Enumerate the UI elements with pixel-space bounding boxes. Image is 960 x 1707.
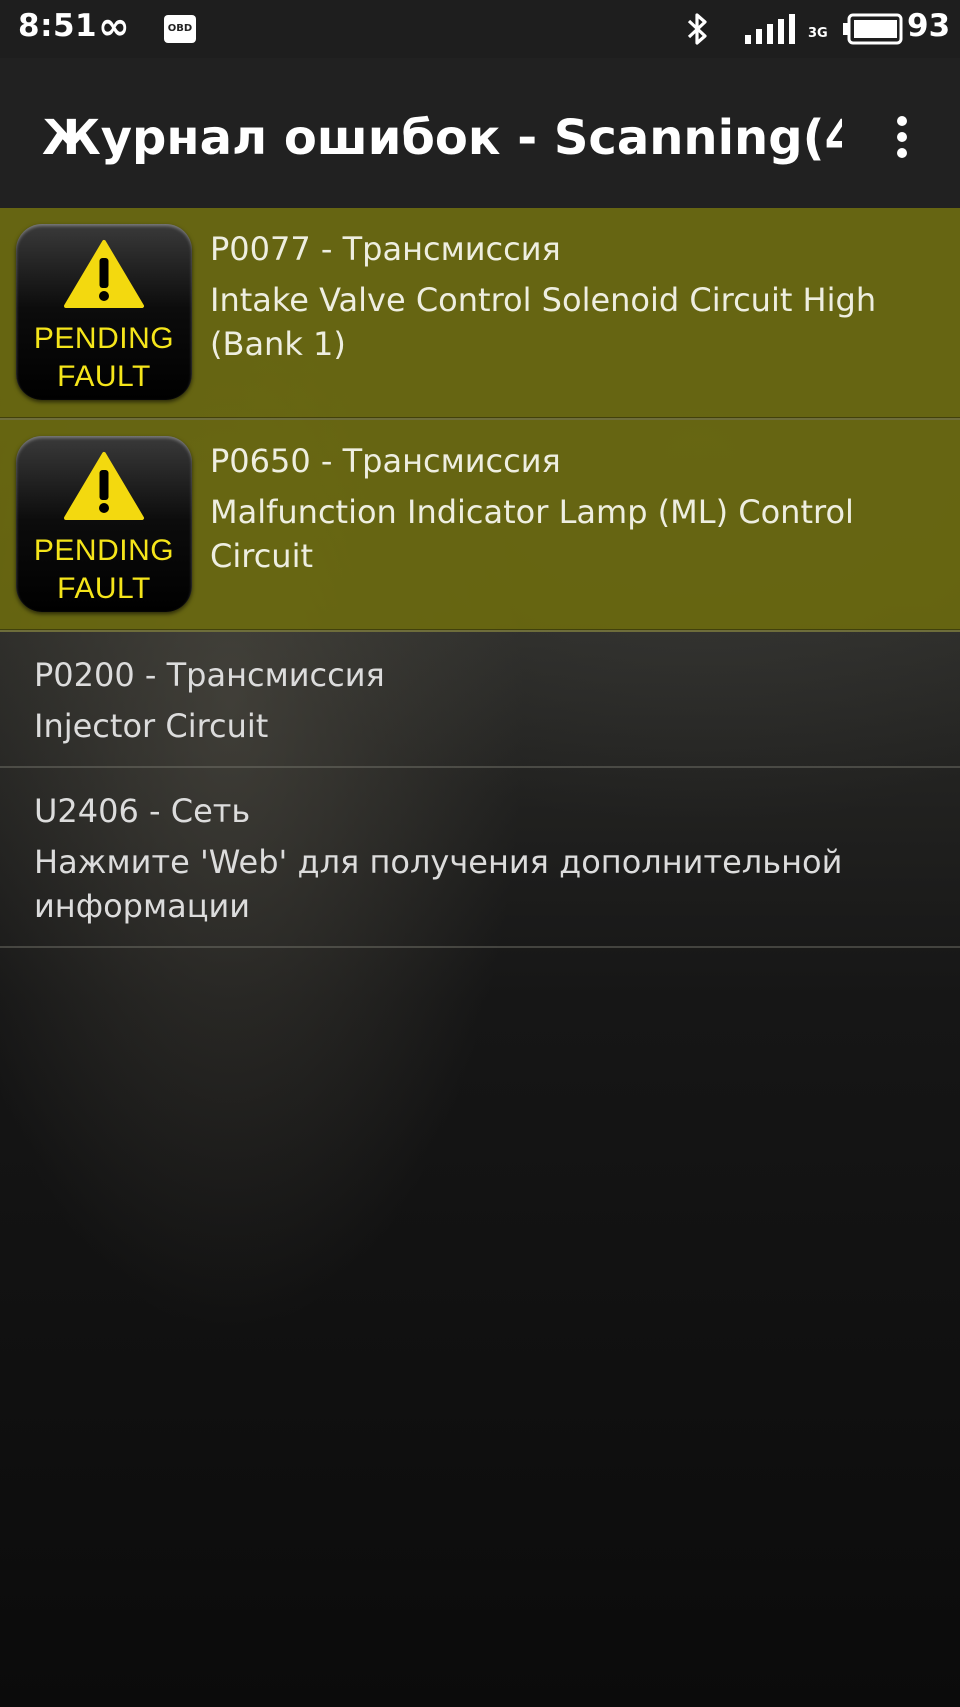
app-bar: Журнал ошибок - Scanning(42...: [0, 58, 960, 208]
battery-icon: [843, 13, 903, 45]
fault-description: Intake Valve Control Solenoid Circuit Hi…: [210, 281, 877, 363]
network-type: 3G: [808, 26, 828, 41]
fault-description: Injector Circuit: [34, 707, 269, 745]
more-vert-icon[interactable]: [884, 108, 920, 164]
fault-code: P0200 - Трансмиссия: [34, 656, 385, 694]
warning-triangle-icon: [64, 240, 144, 308]
pending-fault-badge: PENDING FAULT: [16, 436, 192, 612]
fault-row[interactable]: PENDING FAULT P0077 - Трансмиссия Intake…: [0, 208, 960, 420]
status-time: 8:51: [18, 8, 98, 44]
status-bar: 8:51 ∞ OBD 3G 93: [0, 0, 960, 58]
badge-line-pending: PENDING: [33, 534, 175, 567]
obd-icon-label: OBD: [167, 23, 193, 34]
fault-row[interactable]: PENDING FAULT P0650 - Трансмиссия Malfun…: [0, 420, 960, 632]
battery-level: 93: [907, 8, 951, 44]
fault-row[interactable]: P0200 - Трансмиссия Injector Circuit: [0, 632, 960, 768]
infinity-icon: ∞: [98, 4, 130, 48]
pending-fault-badge: PENDING FAULT: [16, 224, 192, 400]
page-title: Журнал ошибок - Scanning(42...: [42, 110, 842, 166]
warning-triangle-icon: [64, 452, 144, 520]
signal-icon: [745, 14, 795, 44]
fault-description: Malfunction Indicator Lamp (ML) Control …: [210, 493, 854, 575]
fault-code: P0077 - Трансмиссия: [210, 230, 561, 268]
obd-icon: OBD: [164, 15, 196, 43]
badge-line-fault: FAULT: [57, 572, 151, 605]
fault-row[interactable]: U2406 - Сеть Нажмите 'Web' для получения…: [0, 768, 960, 948]
badge-line-pending: PENDING: [33, 322, 175, 355]
badge-line-fault: FAULT: [57, 360, 151, 393]
fault-code: U2406 - Сеть: [34, 792, 251, 830]
fault-code: P0650 - Трансмиссия: [210, 442, 561, 480]
screen: 8:51 ∞ OBD 3G 93 Журнал ошибок - Scannin…: [0, 0, 960, 1707]
bluetooth-icon: [687, 13, 707, 45]
fault-description: Нажмите 'Web' для получения дополнительн…: [34, 843, 843, 925]
